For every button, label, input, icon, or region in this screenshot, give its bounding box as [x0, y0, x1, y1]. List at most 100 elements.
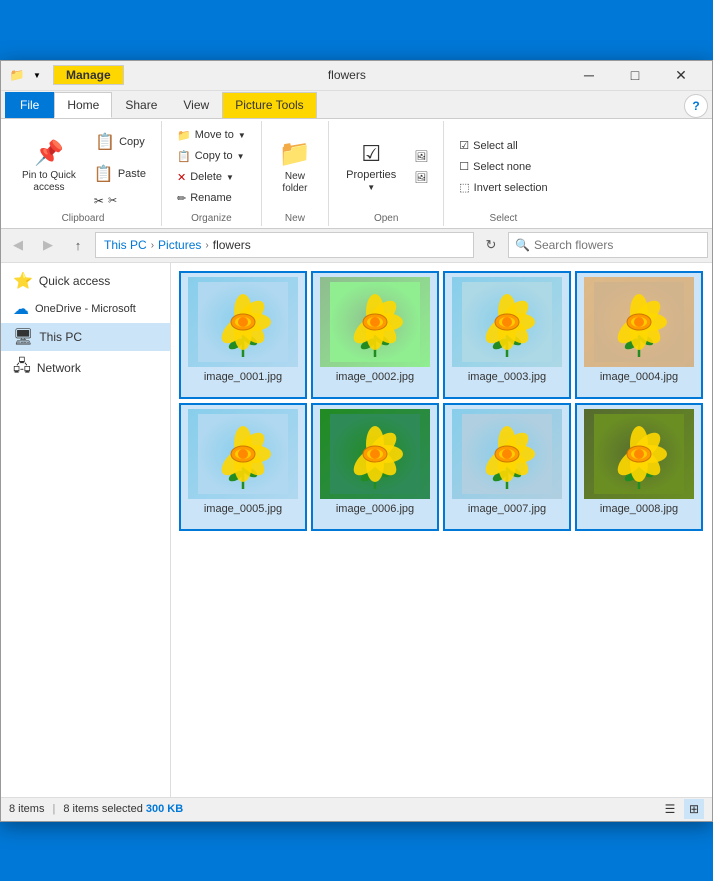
select-none-button[interactable]: ☐ Select none	[452, 157, 554, 177]
file-item[interactable]: image_0006.jpg	[311, 403, 439, 531]
back-button[interactable]: ◀	[5, 232, 31, 258]
ribbon-tabs: File Home Share View Picture Tools ?	[1, 91, 712, 119]
sidebar-item-this-pc[interactable]: 🖥 This PC	[1, 323, 170, 351]
new-folder-button[interactable]: 📁 Newfolder	[270, 136, 320, 198]
select-none-label: Select none	[473, 161, 531, 173]
sidebar-item-onedrive[interactable]: ☁ OneDrive - Microsoft	[1, 295, 170, 323]
sidebar-item-quick-access[interactable]: ⭐ Quick access	[1, 267, 170, 295]
file-name: image_0007.jpg	[468, 503, 546, 515]
move-to-arrow: ▼	[238, 131, 246, 140]
new-items: 📁 Newfolder	[270, 123, 320, 211]
rename-icon: ✏	[177, 192, 186, 205]
select-all-icon: ☑	[459, 139, 469, 152]
open-img2[interactable]: 🖼	[407, 167, 435, 187]
this-pc-icon: 🖥	[13, 327, 33, 347]
open-label: Open	[337, 211, 435, 224]
copy-label: Copy	[119, 136, 145, 148]
sidebar: ⭐ Quick access ☁ OneDrive - Microsoft 🖥 …	[1, 263, 171, 797]
path-thispc[interactable]: This PC	[104, 238, 147, 252]
new-label: New	[270, 211, 320, 224]
move-to-label: Move to	[195, 129, 234, 141]
select-none-icon: ☐	[459, 160, 469, 173]
path-arrow-2: ›	[205, 240, 208, 251]
file-item[interactable]: image_0008.jpg	[575, 403, 703, 531]
file-item[interactable]: image_0001.jpg	[179, 271, 307, 399]
copy-button[interactable]: 📋 Copy	[87, 127, 153, 157]
file-name: image_0002.jpg	[336, 371, 414, 383]
delete-icon: ✕	[177, 171, 186, 184]
move-to-button[interactable]: 📁 Move to ▼	[170, 125, 253, 145]
forward-button[interactable]: ▶	[35, 232, 61, 258]
organize-items: 📁 Move to ▼ 📋 Copy to ▼ ✕ Delete ▼	[170, 123, 253, 211]
path-pictures[interactable]: Pictures	[158, 238, 201, 252]
ribbon: 📌 Pin to Quickaccess 📋 Copy 📋 Paste ✂ ✂	[1, 119, 712, 229]
this-pc-label: This PC	[39, 330, 82, 344]
clipboard-items: 📌 Pin to Quickaccess 📋 Copy 📋 Paste ✂ ✂	[13, 123, 153, 211]
ribbon-group-clipboard: 📌 Pin to Quickaccess 📋 Copy 📋 Paste ✂ ✂	[5, 121, 162, 226]
rename-button[interactable]: ✏ Rename	[170, 188, 253, 208]
ribbon-group-new: 📁 Newfolder New	[262, 121, 329, 226]
status-right: ☰ ⊞	[660, 799, 704, 819]
up-button[interactable]: ↑	[65, 232, 91, 258]
sidebar-item-network[interactable]: 🖧 Network	[1, 351, 170, 386]
open-img1[interactable]: 🖼	[407, 146, 435, 166]
delete-button[interactable]: ✕ Delete ▼	[170, 167, 253, 187]
close-button[interactable]: ✕	[658, 60, 704, 90]
file-name: image_0001.jpg	[204, 371, 282, 383]
copy-to-button[interactable]: 📋 Copy to ▼	[170, 146, 253, 166]
file-item[interactable]: image_0003.jpg	[443, 271, 571, 399]
search-input[interactable]	[534, 238, 701, 252]
paste-button[interactable]: 📋 Paste	[87, 159, 153, 189]
tab-share[interactable]: Share	[112, 92, 170, 118]
explorer-window: 📁 ▼ Manage flowers ─ □ ✕ File Home Share…	[0, 60, 713, 822]
items-count: 8 items	[9, 803, 44, 815]
quick-access-label: Quick access	[39, 274, 110, 288]
file-name: image_0006.jpg	[336, 503, 414, 515]
file-size: 300 KB	[146, 803, 183, 815]
properties-label: Properties	[346, 169, 396, 181]
tab-home[interactable]: Home	[54, 92, 112, 118]
file-item[interactable]: image_0002.jpg	[311, 271, 439, 399]
invert-selection-icon: ⬚	[459, 181, 469, 194]
img2-icon: 🖼	[414, 171, 428, 184]
title-bar-icons: 📁 ▼	[9, 67, 45, 83]
rename-label: Rename	[190, 192, 232, 204]
search-icon: 🔍	[515, 238, 530, 252]
help-button[interactable]: ?	[684, 94, 708, 118]
manage-tab-title[interactable]: Manage	[53, 65, 124, 85]
delete-arrow: ▼	[226, 173, 234, 182]
selected-count: 8 items selected	[63, 803, 142, 815]
file-name: image_0004.jpg	[600, 371, 678, 383]
file-item[interactable]: image_0004.jpg	[575, 271, 703, 399]
refresh-button[interactable]: ↻	[478, 232, 504, 258]
file-area: image_0001.jpg image_0002.jpg	[171, 263, 712, 797]
address-path[interactable]: This PC › Pictures › flowers	[95, 232, 474, 258]
cut-icon: ✂	[94, 194, 104, 208]
cut-label: ✂	[108, 194, 117, 207]
new-folder-label: Newfolder	[282, 171, 307, 195]
file-item[interactable]: image_0005.jpg	[179, 403, 307, 531]
details-view-button[interactable]: ☰	[660, 799, 680, 819]
tab-view[interactable]: View	[170, 92, 222, 118]
file-item[interactable]: image_0007.jpg	[443, 403, 571, 531]
main-content: ⭐ Quick access ☁ OneDrive - Microsoft 🖥 …	[1, 263, 712, 797]
title-bar: 📁 ▼ Manage flowers ─ □ ✕	[1, 61, 712, 91]
maximize-button[interactable]: □	[612, 60, 658, 90]
cut-button[interactable]: ✂ ✂	[87, 191, 153, 211]
invert-selection-button[interactable]: ⬚ Invert selection	[452, 178, 554, 198]
tab-picture-tools[interactable]: Picture Tools	[222, 92, 316, 118]
organize-label: Organize	[170, 211, 253, 224]
onedrive-label: OneDrive - Microsoft	[35, 303, 136, 315]
search-box: 🔍	[508, 232, 708, 258]
select-all-button[interactable]: ☑ Select all	[452, 136, 554, 156]
minimize-button[interactable]: ─	[566, 60, 612, 90]
quick-access-icon: ⭐	[13, 271, 33, 291]
invert-selection-label: Invert selection	[474, 182, 548, 194]
properties-button[interactable]: ☑ Properties ▼	[337, 136, 405, 198]
quick-access-toolbar-pin: 📁	[9, 67, 25, 83]
ribbon-group-organize: 📁 Move to ▼ 📋 Copy to ▼ ✕ Delete ▼	[162, 121, 262, 226]
pin-to-quick-access-button[interactable]: 📌 Pin to Quickaccess	[13, 136, 85, 198]
address-bar: ◀ ▶ ↑ This PC › Pictures › flowers ↻ 🔍	[1, 229, 712, 263]
thumbnail-view-button[interactable]: ⊞	[684, 799, 704, 819]
tab-file[interactable]: File	[5, 92, 54, 118]
